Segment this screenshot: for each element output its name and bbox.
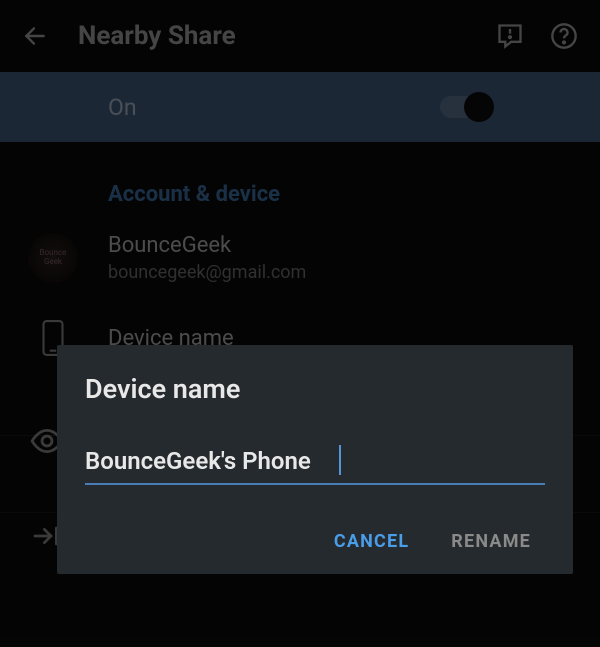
device-name-input[interactable]	[85, 447, 545, 485]
device-name-dialog: Device name CANCEL RENAME	[57, 345, 573, 574]
dialog-title: Device name	[85, 373, 545, 405]
dialog-input-wrap	[85, 447, 545, 485]
text-cursor	[339, 445, 341, 475]
rename-button[interactable]: RENAME	[451, 531, 531, 552]
dialog-actions: CANCEL RENAME	[85, 531, 545, 560]
cancel-button[interactable]: CANCEL	[334, 531, 409, 552]
